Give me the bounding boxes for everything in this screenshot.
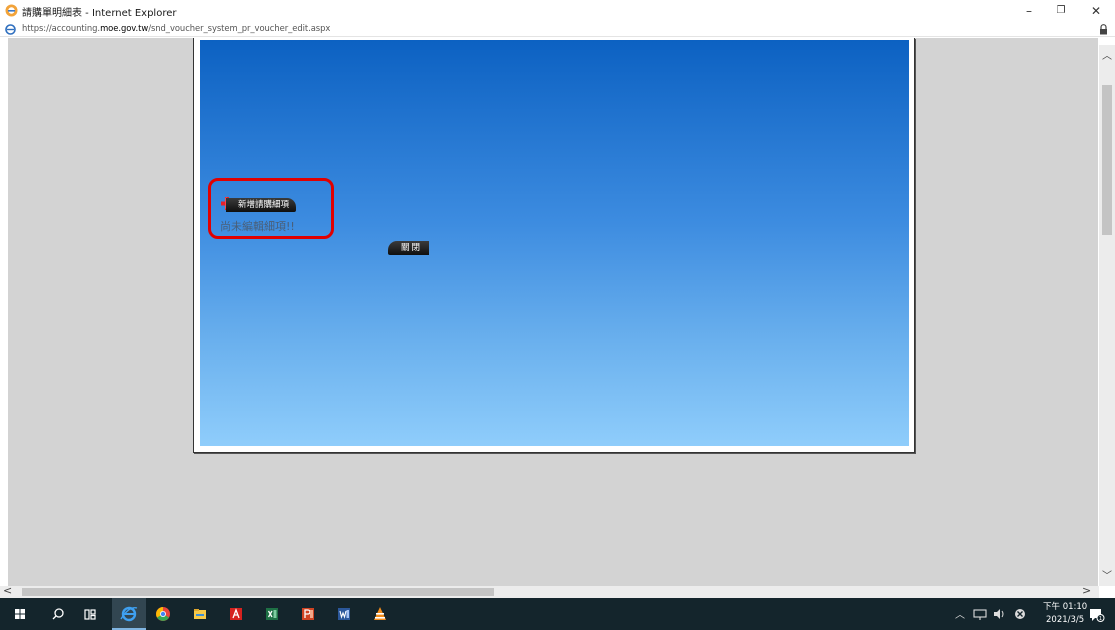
task-view-icon[interactable]	[80, 604, 100, 624]
horizontal-scroll-thumb[interactable]	[22, 588, 494, 596]
address-bar[interactable]: https://accounting.moe.gov.tw/snd_vouche…	[0, 22, 1115, 37]
taskbar: ︿ 下午 01:10 2021/3/5 1	[0, 598, 1115, 630]
window-title-bar: 請購單明細表 - Internet Explorer – ❐ ✕	[0, 0, 1115, 22]
scroll-right-arrow-icon[interactable]: >	[1082, 584, 1094, 598]
scroll-down-arrow-icon[interactable]: ﹀	[1101, 567, 1113, 582]
volume-icon[interactable]	[990, 604, 1010, 624]
ie-icon[interactable]	[119, 604, 139, 624]
close-window-button[interactable]: ✕	[1088, 4, 1104, 18]
empty-items-message: 尚未編輯細項!!	[220, 220, 295, 233]
detail-dialog: 新增請購細項 尚未編輯細項!! 關閉	[193, 38, 915, 453]
lock-icon[interactable]	[1099, 24, 1108, 35]
add-item-button[interactable]: 新增請購細項	[226, 198, 297, 212]
network-icon[interactable]	[970, 604, 990, 624]
minimize-button[interactable]: –	[1021, 4, 1037, 18]
vertical-scrollbar[interactable]: ︿ ﹀	[1099, 45, 1115, 586]
scroll-up-arrow-icon[interactable]: ︿	[1101, 47, 1113, 62]
acrobat-icon[interactable]	[226, 604, 246, 624]
ie-page-icon	[5, 24, 16, 35]
word-icon[interactable]	[334, 604, 354, 624]
status-icon[interactable]	[1010, 604, 1030, 624]
dialog-content: 新增請購細項 尚未編輯細項!! 關閉	[200, 40, 909, 446]
search-icon[interactable]	[48, 604, 68, 624]
excel-icon[interactable]	[262, 604, 282, 624]
powerpoint-icon[interactable]	[298, 604, 318, 624]
ie-favicon-icon	[5, 4, 18, 17]
notification-count: 1	[1099, 616, 1102, 622]
page-viewport: 新增請購細項 尚未編輯細項!! 關閉	[8, 38, 1098, 586]
file-explorer-icon[interactable]	[190, 604, 210, 624]
window-title: 請購單明細表 - Internet Explorer	[22, 8, 177, 19]
clock-time: 下午 01:10	[1043, 602, 1088, 612]
close-dialog-button[interactable]: 關閉	[388, 241, 430, 255]
clock-date: 2021/3/5	[1046, 615, 1085, 625]
chevron-up-icon[interactable]: ︿	[955, 606, 965, 621]
notification-icon[interactable]: 1	[1086, 604, 1106, 624]
vertical-scroll-thumb[interactable]	[1102, 85, 1112, 235]
chrome-icon[interactable]	[153, 604, 173, 624]
vlc-icon[interactable]	[370, 604, 390, 624]
horizontal-scrollbar[interactable]: < >	[0, 584, 1099, 598]
scroll-left-arrow-icon[interactable]: <	[3, 584, 15, 598]
restore-button[interactable]: ❐	[1053, 4, 1069, 18]
system-clock[interactable]: 下午 01:10 2021/3/5	[1043, 601, 1087, 627]
start-icon[interactable]	[10, 604, 30, 624]
url-text[interactable]: https://accounting.moe.gov.tw/snd_vouche…	[22, 23, 330, 33]
